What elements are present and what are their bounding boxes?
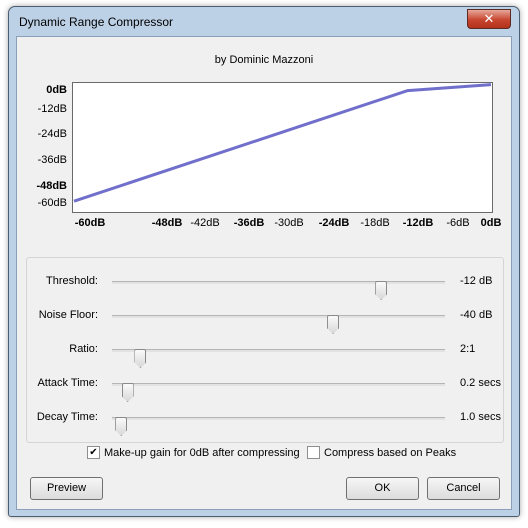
threshold-label: Threshold: [46, 275, 98, 287]
attack-time-value: 0.2 secs [460, 377, 501, 389]
threshold-row: Threshold: -12 dB [27, 272, 503, 300]
y-label-minus48db: -48dB [36, 180, 67, 192]
decay-time-row: Decay Time: 1.0 secs [27, 408, 503, 436]
curve-canvas [73, 83, 492, 203]
compression-curve [73, 83, 492, 203]
close-button[interactable]: ✕ [467, 9, 511, 29]
x-label-minus30db: -30dB [274, 217, 304, 229]
close-icon: ✕ [483, 11, 495, 26]
ok-button[interactable]: OK [346, 477, 419, 500]
decay-time-label: Decay Time: [36, 411, 98, 423]
ratio-label: Ratio: [69, 343, 98, 355]
compress-peaks-label: Compress based on Peaks [324, 446, 457, 459]
attack-time-slider[interactable] [112, 383, 445, 402]
x-label-minus36db: -36dB [233, 217, 265, 229]
noise-floor-slider[interactable] [112, 315, 445, 334]
y-label-minus12db: -12dB [37, 103, 67, 115]
x-label-minus60db: -60dB [74, 217, 106, 229]
threshold-slider-thumb[interactable] [375, 281, 388, 300]
x-label-minus42db: -42dB [190, 217, 220, 229]
x-label-minus18db: -18dB [360, 217, 390, 229]
preview-button[interactable]: Preview [30, 477, 103, 500]
decay-time-slider[interactable] [112, 417, 445, 436]
compress-peaks-checkbox-box[interactable] [307, 446, 320, 459]
compressor-dialog: Dynamic Range Compressor ✕ by Dominic Ma… [8, 6, 520, 517]
window-title: Dynamic Range Compressor [19, 15, 174, 29]
noise-floor-value: -40 dB [460, 309, 493, 321]
makeup-gain-checkbox-box[interactable]: ✔ [87, 446, 100, 459]
y-label-minus60db: -60dB [37, 197, 67, 209]
compress-peaks-checkbox[interactable]: Compress based on Peaks [307, 446, 456, 459]
makeup-gain-checkbox[interactable]: ✔ Make-up gain for 0dB after compressing [87, 446, 300, 459]
attack-time-label: Attack Time: [37, 377, 98, 389]
ratio-value: 2:1 [460, 343, 476, 355]
ratio-slider-thumb[interactable] [134, 349, 147, 368]
dialog-body: by Dominic Mazzoni 0dB -12dB -24dB -36dB… [16, 36, 512, 510]
decay-time-slider-thumb[interactable] [115, 417, 128, 436]
x-label-minus48db: -48dB [151, 217, 183, 229]
ratio-slider[interactable] [112, 349, 445, 368]
threshold-slider[interactable] [112, 281, 445, 300]
x-label-minus24db: -24dB [318, 217, 350, 229]
y-label-0db: 0dB [46, 84, 67, 96]
ratio-row: Ratio: 2:1 [27, 340, 503, 368]
noise-floor-slider-thumb[interactable] [327, 315, 340, 334]
makeup-gain-label: Make-up gain for 0dB after compressing [104, 446, 300, 459]
y-label-minus24db: -24dB [37, 128, 67, 140]
x-label-minus6db: -6dB [446, 217, 470, 229]
cancel-button[interactable]: Cancel [427, 477, 500, 500]
x-label-0db: 0dB [480, 217, 502, 229]
noise-floor-row: Noise Floor: -40 dB [27, 306, 503, 334]
x-label-minus12db: -12dB [402, 217, 434, 229]
attack-time-row: Attack Time: 0.2 secs [27, 374, 503, 402]
threshold-value: -12 dB [460, 275, 493, 287]
attack-time-slider-thumb[interactable] [121, 383, 134, 402]
compression-curve-graph[interactable] [72, 82, 493, 213]
decay-time-value: 1.0 secs [460, 411, 501, 423]
noise-floor-label: Noise Floor: [38, 309, 98, 321]
controls-group: Threshold: -12 dB Noise Floor: -40 dB Ra… [26, 257, 504, 443]
byline: by Dominic Mazzoni [214, 54, 314, 66]
y-label-minus36db: -36dB [37, 154, 67, 166]
